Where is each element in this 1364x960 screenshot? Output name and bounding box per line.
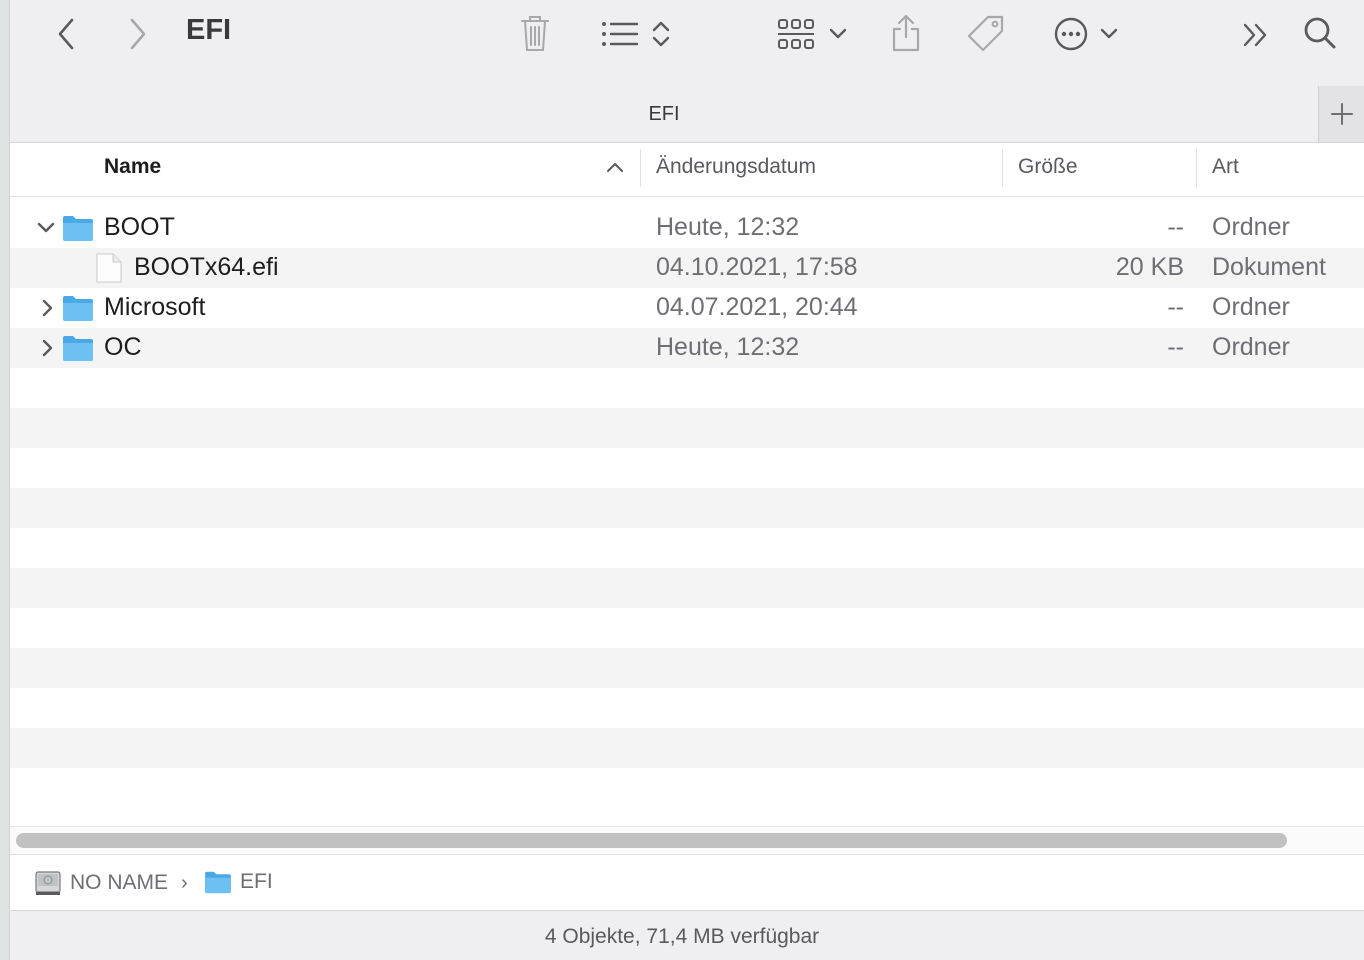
table-row[interactable]: BOOTx64.efi 04.10.2021, 17:58 20 KB Doku… [10, 248, 1364, 288]
path-label: EFI [240, 870, 273, 893]
chevron-right-icon[interactable] [38, 298, 58, 318]
group-button[interactable] [774, 12, 850, 56]
folder-icon [205, 871, 231, 894]
sort-ascending-icon [607, 163, 623, 172]
empty-row [10, 568, 1364, 608]
list-view-icon [602, 22, 639, 46]
file-name: BOOT [104, 213, 175, 241]
share-button[interactable] [886, 10, 926, 56]
finder-window: EFI EFI Name Änderungsdatum Größe Art BO… [10, 0, 1364, 960]
column-header: Name Änderungsdatum Größe Art [10, 143, 1364, 197]
search-button[interactable] [1300, 12, 1340, 54]
file-date: 04.10.2021, 17:58 [656, 253, 858, 281]
horizontal-scrollbar[interactable] [10, 826, 1364, 854]
status-bar: 4 Objekte, 71,4 MB verfügbar [10, 911, 1364, 960]
view-list-button[interactable] [596, 14, 676, 54]
tag-icon [967, 15, 1004, 52]
file-date: Heute, 12:32 [656, 213, 800, 241]
table-row[interactable]: OC Heute, 12:32 -- Ordner [10, 328, 1364, 368]
chevron-left-icon [58, 18, 74, 50]
add-tab-button[interactable] [1318, 86, 1364, 142]
tab-efi[interactable]: EFI [10, 103, 1318, 126]
empty-row [10, 408, 1364, 448]
empty-row [10, 728, 1364, 768]
path-separator: › [181, 872, 188, 894]
file-name: OC [104, 333, 142, 361]
path-item-efi[interactable]: EFI [204, 870, 273, 894]
file-kind: Ordner [1212, 293, 1290, 321]
file-size: -- [1167, 293, 1184, 321]
file-name: BOOTx64.efi [134, 253, 279, 281]
column-divider[interactable] [1002, 149, 1003, 187]
share-icon [892, 14, 920, 52]
file-list: BOOT Heute, 12:32 -- Ordner BOOTx64.efi … [10, 208, 1364, 824]
file-name: Microsoft [104, 293, 206, 321]
table-row[interactable]: BOOT Heute, 12:32 -- Ordner [10, 208, 1364, 248]
more-ellipsis-icon [1054, 17, 1088, 51]
chevron-down-icon [829, 28, 847, 39]
disk-icon [35, 871, 61, 895]
column-divider[interactable] [1196, 149, 1197, 187]
trash-icon [521, 16, 549, 51]
folder-icon [63, 336, 93, 361]
chevron-down-icon [1100, 28, 1118, 39]
folder-icon [63, 216, 93, 241]
document-icon [96, 253, 122, 283]
delete-button[interactable] [515, 10, 555, 56]
file-kind: Dokument [1212, 253, 1326, 281]
sort-updown-icon [652, 21, 670, 47]
empty-row [10, 488, 1364, 528]
back-button[interactable] [48, 14, 84, 54]
file-kind: Ordner [1212, 333, 1290, 361]
path-bar: NO NAME › EFI [10, 854, 1364, 911]
file-date: Heute, 12:32 [656, 333, 800, 361]
file-size: -- [1167, 333, 1184, 361]
plus-icon [1330, 103, 1353, 125]
file-kind: Ordner [1212, 213, 1290, 241]
folder-icon [63, 296, 93, 321]
tag-button[interactable] [964, 12, 1008, 56]
toolbar: EFI [10, 0, 1364, 86]
desktop-edge [0, 0, 10, 960]
column-divider[interactable] [640, 149, 641, 187]
column-date[interactable]: Änderungsdatum [656, 155, 816, 179]
tab-bar: EFI [10, 86, 1364, 143]
search-icon [1304, 17, 1336, 49]
window-title: EFI [186, 14, 232, 46]
file-size: 20 KB [1115, 253, 1184, 281]
double-chevron-right-icon [1243, 23, 1267, 47]
column-name[interactable]: Name [104, 155, 161, 179]
chevron-right-icon [130, 18, 146, 50]
more-actions-button[interactable] [1050, 12, 1122, 56]
chevron-down-icon[interactable] [36, 218, 56, 238]
grid-view-icon [778, 19, 814, 49]
path-label: NO NAME [70, 871, 169, 894]
chevron-right-icon[interactable] [38, 338, 58, 358]
file-date: 04.07.2021, 20:44 [656, 293, 858, 321]
column-kind[interactable]: Art [1212, 155, 1239, 179]
empty-row [10, 648, 1364, 688]
status-text: 4 Objekte, 71,4 MB verfügbar [544, 925, 820, 948]
path-item-no-name[interactable]: NO NAME [34, 870, 168, 896]
forward-button[interactable] [120, 14, 156, 54]
scrollbar-thumb[interactable] [16, 833, 1287, 848]
column-size[interactable]: Größe [1018, 155, 1078, 179]
file-size: -- [1167, 213, 1184, 241]
toolbar-overflow-button[interactable] [1238, 16, 1274, 54]
table-row[interactable]: Microsoft 04.07.2021, 20:44 -- Ordner [10, 288, 1364, 328]
